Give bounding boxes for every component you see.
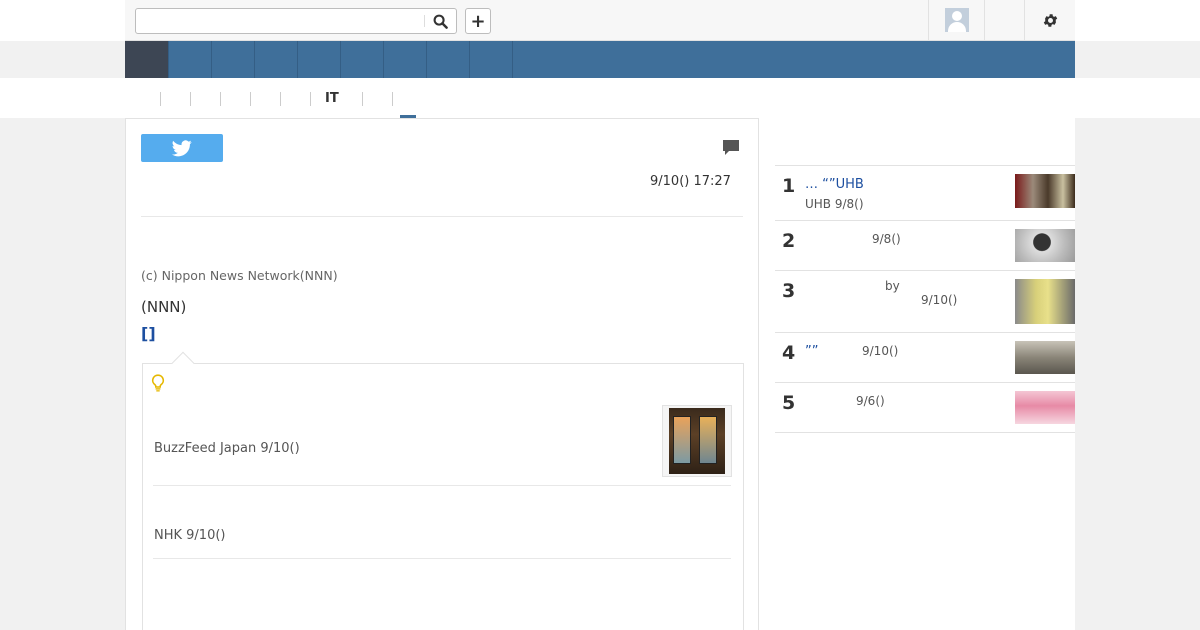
comment-icon [723, 140, 739, 155]
ranking-item-5[interactable]: 5 9/6() [775, 383, 1075, 433]
related-article-1[interactable]: BuzzFeed Japan 9/10() [154, 441, 300, 456]
rank-number: 4 [782, 342, 796, 364]
nav-item[interactable] [427, 41, 470, 78]
rank-meta: 9/10() [862, 344, 899, 358]
twitter-icon [172, 139, 192, 156]
twitter-share-button[interactable] [141, 134, 223, 162]
rank-meta: 9/8() [872, 232, 901, 246]
subnav-divider [250, 92, 251, 106]
subnav-divider [220, 92, 221, 106]
subnav-divider [280, 92, 281, 106]
rank-thumbnail [1015, 229, 1075, 262]
lightbulb-icon [151, 374, 165, 396]
nav-item[interactable] [298, 41, 341, 78]
divider [141, 216, 743, 217]
subnav-divider [392, 92, 393, 106]
subnav-item-it[interactable]: IT [325, 91, 339, 106]
article-source: (NNN) [141, 298, 187, 316]
subnav-divider [190, 92, 191, 106]
sub-category-nav [125, 78, 1075, 118]
rank-meta-by: by [885, 279, 900, 293]
user-menu-button[interactable] [928, 0, 984, 40]
divider [153, 485, 731, 486]
related-article-1-thumbnail[interactable] [662, 405, 732, 477]
ranking-item-3[interactable]: 3 by 9/10() [775, 271, 1075, 333]
user-avatar-icon [944, 8, 969, 32]
ranking-sidebar: 1 … “”UHB UHB 9/8() 2 9/8() 3 by 9/10() … [759, 118, 1075, 630]
rank-number: 2 [782, 230, 796, 252]
subnav-divider [310, 92, 311, 106]
category-navbar [125, 41, 1075, 78]
rank-number: 1 [782, 175, 796, 197]
rank-thumbnail [1015, 341, 1075, 374]
divider [153, 558, 731, 559]
search-box [135, 8, 457, 34]
nav-item[interactable] [169, 41, 212, 78]
gear-icon [1043, 13, 1057, 27]
image-credit: (c) Nippon News Network(NNN) [141, 268, 338, 283]
rank-title: ”” [805, 344, 819, 359]
settings-button[interactable] [1024, 0, 1075, 40]
rank-thumbnail [1015, 174, 1075, 208]
search-input[interactable] [136, 9, 426, 33]
nav-item[interactable] [212, 41, 255, 78]
add-button[interactable]: + [465, 8, 491, 34]
rank-thumbnail [1015, 391, 1075, 424]
nav-item-home[interactable] [125, 41, 169, 78]
article-date: 9/10() 17:27 [650, 174, 731, 189]
callout-arrow [171, 351, 195, 375]
related-article-2[interactable]: NHK 9/10() [154, 528, 226, 543]
header-blank-button[interactable] [984, 0, 1024, 40]
article-card: 9/10() 17:27 (c) Nippon News Network(NNN… [125, 118, 759, 630]
search-button[interactable] [424, 9, 456, 33]
ranking-item-4[interactable]: 4 ”” 9/10() [775, 333, 1075, 383]
nav-item[interactable] [255, 41, 298, 78]
rank-number: 3 [782, 280, 796, 302]
rank-number: 5 [782, 392, 796, 414]
rank-meta: 9/10() [921, 293, 958, 307]
rank-meta: UHB 9/8() [805, 197, 864, 211]
related-articles-box: BuzzFeed Japan 9/10() NHK 9/10() [142, 351, 744, 630]
subnav-divider [362, 92, 363, 106]
rank-meta: 9/6() [856, 394, 885, 408]
search-icon [433, 14, 448, 29]
read-more-link[interactable]: [] [141, 324, 156, 343]
comment-button[interactable] [722, 139, 740, 160]
rank-thumbnail [1015, 279, 1075, 324]
nav-item[interactable] [384, 41, 427, 78]
nav-item[interactable] [341, 41, 384, 78]
rank-title: … “”UHB [805, 177, 864, 192]
topbar: + [125, 0, 1075, 41]
ranking-item-1[interactable]: 1 … “”UHB UHB 9/8() [775, 166, 1075, 221]
nav-item[interactable] [470, 41, 513, 78]
ranking-item-2[interactable]: 2 9/8() [775, 221, 1075, 271]
subnav-divider [160, 92, 161, 106]
